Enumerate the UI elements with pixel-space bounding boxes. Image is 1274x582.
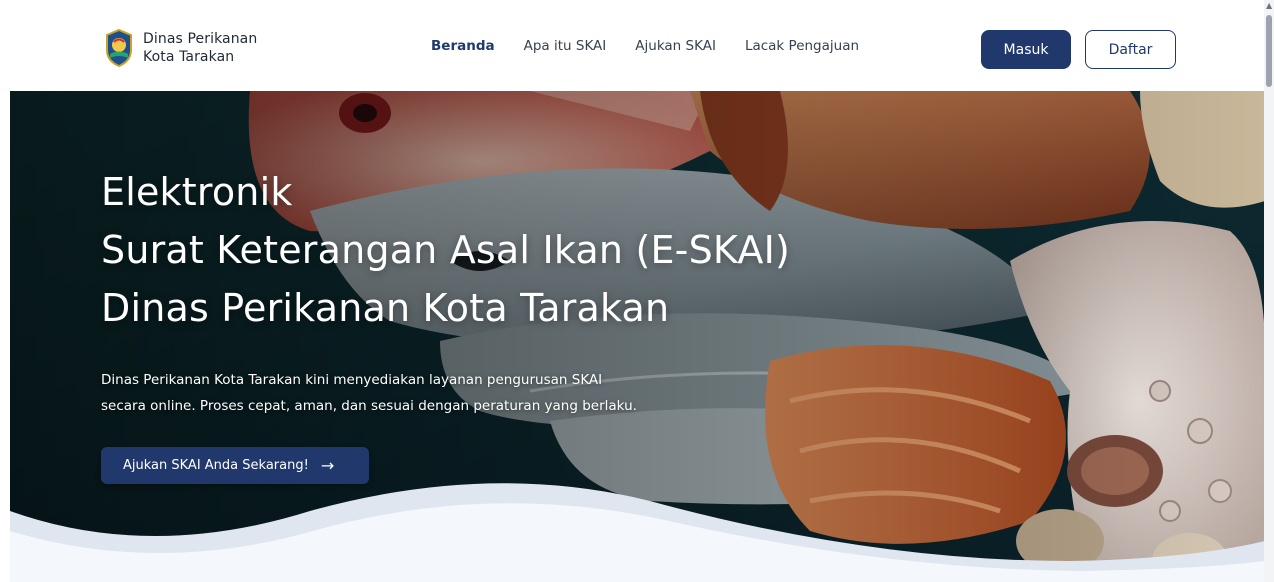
hero-text: Elektronik Surat Keterangan Asal Ikan (E… <box>101 163 790 419</box>
nav-ajukan-skai[interactable]: Ajukan SKAI <box>635 38 716 54</box>
submit-skai-label: Ajukan SKAI Anda Sekarang! <box>123 458 309 473</box>
hero-title-line2: Surat Keterangan Asal Ikan (E-SKAI) <box>101 228 790 272</box>
brand-name-line1: Dinas Perikanan <box>143 31 258 47</box>
main-nav: Beranda Apa itu SKAI Ajukan SKAI Lacak P… <box>431 38 859 54</box>
hero-description: Dinas Perikanan Kota Tarakan kini menyed… <box>101 367 741 419</box>
hero-description-line2: secara online. Proses cepat, aman, dan s… <box>101 398 637 414</box>
hero-description-line1: Dinas Perikanan Kota Tarakan kini menyed… <box>101 372 603 388</box>
hero-title-line3: Dinas Perikanan Kota Tarakan <box>101 286 670 330</box>
city-emblem-icon <box>106 28 132 68</box>
brand[interactable]: Dinas Perikanan Kota Tarakan <box>104 28 257 68</box>
arrow-right-icon: → <box>320 456 335 475</box>
brand-name-line2: Kota Tarakan <box>143 49 235 65</box>
submit-skai-button[interactable]: Ajukan SKAI Anda Sekarang! → <box>101 447 369 484</box>
hero-title-line1: Elektronik <box>101 170 293 214</box>
scroll-up-icon[interactable]: ▲ <box>1266 2 1272 10</box>
scroll-thumb[interactable] <box>1266 15 1272 87</box>
hero-title: Elektronik Surat Keterangan Asal Ikan (E… <box>101 163 790 337</box>
register-button[interactable]: Daftar <box>1085 30 1176 69</box>
nav-lacak-pengajuan[interactable]: Lacak Pengajuan <box>745 38 859 54</box>
hero-section: Elektronik Surat Keterangan Asal Ikan (E… <box>10 91 1265 582</box>
nav-beranda[interactable]: Beranda <box>431 38 495 54</box>
top-navbar: Dinas Perikanan Kota Tarakan Beranda Apa… <box>0 0 1262 91</box>
nav-apa-itu-skai[interactable]: Apa itu SKAI <box>524 38 607 54</box>
login-button[interactable]: Masuk <box>981 30 1071 69</box>
page-scrollbar[interactable]: ▲ <box>1264 0 1274 582</box>
